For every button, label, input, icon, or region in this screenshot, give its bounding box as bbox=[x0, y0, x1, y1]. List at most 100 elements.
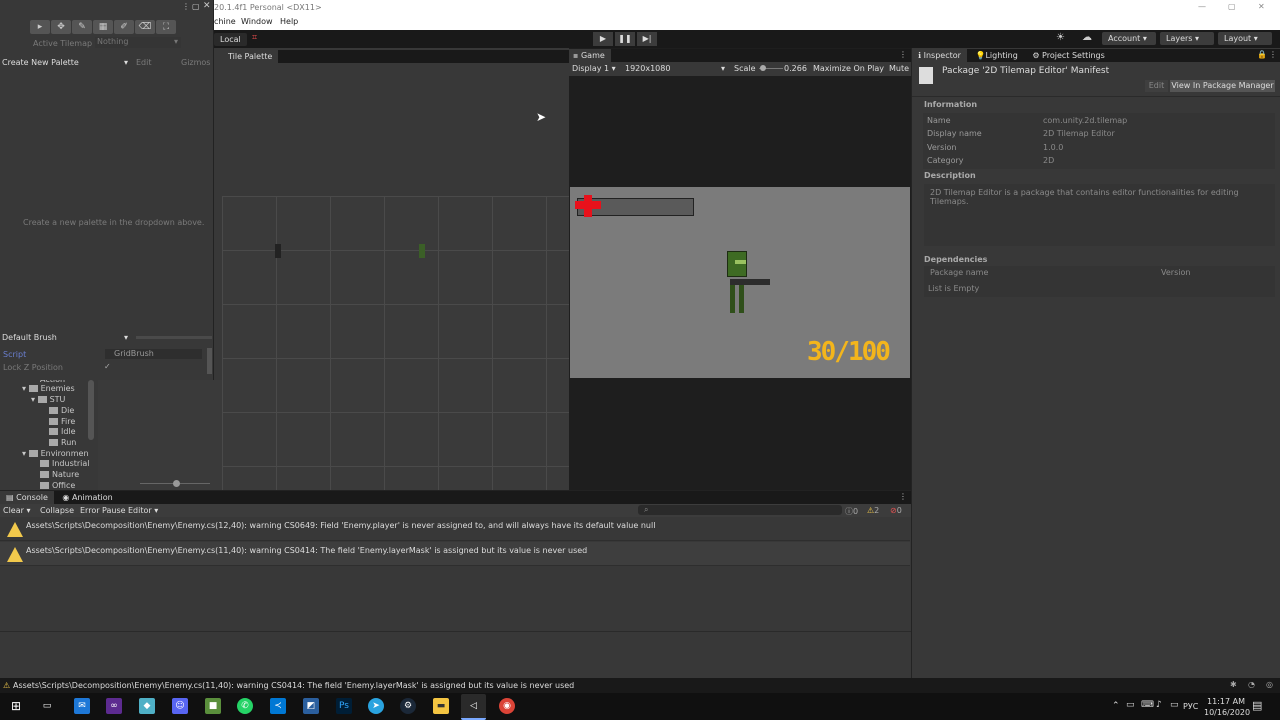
game-menu-icon[interactable]: ⋮ bbox=[899, 50, 907, 59]
bug-icon[interactable]: ✱ bbox=[1230, 680, 1237, 689]
menu-help[interactable]: Help bbox=[280, 17, 298, 26]
pause-button[interactable]: ❚❚ bbox=[615, 32, 635, 46]
file-explorer-icon[interactable]: ▬ bbox=[433, 698, 449, 714]
editor-dropdown[interactable]: Editor ▾ bbox=[128, 506, 158, 515]
overlay-maximize-icon[interactable]: ▢ bbox=[192, 2, 200, 11]
battery-icon[interactable]: ▭ bbox=[1170, 700, 1179, 710]
brush-divider[interactable] bbox=[136, 336, 212, 339]
layers-dropdown[interactable]: Layers ▾ bbox=[1160, 32, 1214, 45]
maximize-on-play-button[interactable]: Maximize On Play bbox=[813, 64, 884, 73]
tree-item-idle[interactable]: Idle bbox=[49, 427, 76, 436]
console-entry[interactable]: Assets\Scripts\Decomposition\Enemy\Enemy… bbox=[0, 542, 910, 566]
mail-icon[interactable]: ✉ bbox=[74, 698, 90, 714]
gizmos-button[interactable]: Gizmos bbox=[181, 58, 210, 67]
box-fill-tool-icon[interactable]: ▦ bbox=[93, 20, 113, 34]
picker-tool-icon[interactable]: ✐ bbox=[114, 20, 134, 34]
palette-dropdown[interactable]: Create New Palette ▾ bbox=[2, 58, 132, 67]
tree-item-fire[interactable]: Fire bbox=[49, 417, 75, 426]
clear-button[interactable]: Clear ▾ bbox=[3, 506, 30, 515]
tree-item-nature[interactable]: Nature bbox=[40, 470, 79, 479]
visual-studio-icon[interactable]: ∞ bbox=[106, 698, 122, 714]
tab-console[interactable]: ▤ Console bbox=[0, 491, 54, 504]
close-window-button[interactable]: ✕ bbox=[1258, 2, 1265, 11]
edit-button[interactable]: Edit bbox=[1145, 80, 1168, 92]
collab-icon[interactable]: ☀ bbox=[1056, 32, 1065, 43]
warn-count[interactable]: ⚠2 bbox=[867, 506, 879, 515]
info-count[interactable]: ⓘ0 bbox=[845, 506, 858, 517]
brush-tool-icon[interactable]: ✎ bbox=[72, 20, 92, 34]
minecraft-icon[interactable]: ■ bbox=[205, 698, 221, 714]
game-viewport[interactable]: 30/100 bbox=[570, 187, 910, 378]
app-icon[interactable]: ◩ bbox=[303, 698, 319, 714]
tree-item-environment[interactable]: ▾ Environmen bbox=[22, 449, 89, 458]
error-count[interactable]: ⊘0 bbox=[890, 506, 902, 515]
tree-item-run[interactable]: Run bbox=[49, 438, 76, 447]
step-button[interactable]: ▶| bbox=[637, 32, 657, 46]
tab-game[interactable]: ▪ Game bbox=[569, 49, 611, 62]
tree-item-office[interactable]: Office bbox=[40, 481, 75, 490]
play-button[interactable]: ▶ bbox=[593, 32, 613, 46]
photoshop-icon[interactable]: Ps bbox=[336, 698, 352, 714]
console-search-input[interactable]: ⌕ bbox=[638, 505, 842, 515]
mute-button[interactable]: Mute bbox=[889, 64, 909, 73]
menu-window[interactable]: Window bbox=[241, 17, 273, 26]
tab-tile-palette[interactable]: Tile Palette bbox=[222, 50, 279, 63]
view-in-package-manager-button[interactable]: View In Package Manager bbox=[1170, 80, 1275, 92]
lock-icon[interactable]: 🔒 bbox=[1257, 50, 1267, 59]
maximize-button[interactable]: ▢ bbox=[1228, 2, 1236, 11]
tree-scrollbar[interactable] bbox=[88, 380, 94, 440]
console-splitter[interactable] bbox=[0, 631, 911, 632]
vscode-icon[interactable]: ≺ bbox=[270, 698, 286, 714]
scale-slider-handle[interactable] bbox=[760, 65, 766, 71]
brush-dropdown[interactable]: Default Brush ▾ bbox=[2, 333, 132, 342]
overlay-menu-icon[interactable]: ⋮ bbox=[182, 2, 190, 11]
telegram-icon[interactable]: ➤ bbox=[368, 698, 384, 714]
overlay-close-icon[interactable]: ✕ bbox=[203, 1, 211, 11]
windows-start-icon[interactable]: ⊞ bbox=[8, 698, 24, 714]
lock-z-checkbox[interactable]: ✓ bbox=[104, 362, 111, 371]
layout-dropdown[interactable]: Layout ▾ bbox=[1218, 32, 1272, 45]
chrome-icon[interactable]: ◉ bbox=[499, 698, 515, 714]
tab-project-settings[interactable]: ⚙ Project Settings bbox=[1026, 49, 1110, 62]
tile-palette-grid[interactable] bbox=[222, 196, 569, 490]
language-indicator[interactable]: РУС bbox=[1183, 702, 1198, 711]
account-dropdown[interactable]: Account ▾ bbox=[1102, 32, 1156, 45]
tree-item-enemies[interactable]: ▾ Enemies bbox=[22, 384, 75, 393]
steam-icon[interactable]: ⚙ bbox=[400, 698, 416, 714]
tray-keyboard-icon[interactable]: ⌨ bbox=[1141, 700, 1154, 710]
error-pause-button[interactable]: Error Pause bbox=[80, 506, 126, 515]
tab-inspector[interactable]: ℹ Inspector bbox=[912, 49, 967, 62]
eraser-tool-icon[interactable]: ⌫ bbox=[135, 20, 155, 34]
task-view-icon[interactable]: ▭ bbox=[39, 698, 55, 714]
cloud-icon[interactable]: ☁ bbox=[1082, 32, 1092, 43]
status-message[interactable]: Assets\Scripts\Decomposition\Enemy\Enemy… bbox=[13, 681, 574, 690]
tab-lighting[interactable]: 💡Lighting bbox=[969, 49, 1023, 62]
tab-animation[interactable]: ◉ Animation bbox=[56, 491, 118, 504]
edit-palette-button[interactable]: Edit bbox=[136, 58, 152, 67]
zoom-slider-handle[interactable] bbox=[173, 480, 180, 487]
tray-network-icon[interactable]: ▭ bbox=[1126, 700, 1135, 710]
spinner-icon[interactable]: ◎ bbox=[1266, 680, 1273, 689]
unity-icon[interactable]: ◁ bbox=[461, 694, 486, 720]
script-field[interactable]: GridBrush bbox=[105, 349, 202, 359]
discord-icon[interactable]: ☺ bbox=[172, 698, 188, 714]
notification-icon[interactable]: ▤ bbox=[1252, 699, 1262, 712]
app-icon[interactable]: ◆ bbox=[139, 698, 155, 714]
resolution-dropdown[interactable]: 1920x1080 ▾ bbox=[625, 64, 729, 73]
clock-time[interactable]: 11:17 AM bbox=[1207, 697, 1245, 706]
grid-snap-icon[interactable]: ⌗ bbox=[252, 33, 257, 43]
pivot-local-button[interactable]: Local bbox=[214, 33, 247, 46]
menu-machine[interactable]: chine bbox=[214, 17, 236, 26]
display-dropdown[interactable]: Display 1 ▾ bbox=[572, 64, 616, 73]
inspector-menu-icon[interactable]: ⋮ bbox=[1269, 50, 1277, 59]
select-tool-icon[interactable]: ▸ bbox=[30, 20, 50, 34]
active-tilemap-dropdown[interactable]: Nothing ▾ bbox=[95, 37, 181, 48]
volume-icon[interactable]: ♪ bbox=[1156, 700, 1162, 710]
console-entry[interactable]: Assets\Scripts\Decomposition\Enemy\Enemy… bbox=[0, 517, 910, 541]
tree-item-industrial[interactable]: Industrial bbox=[40, 459, 90, 468]
whatsapp-icon[interactable]: ✆ bbox=[237, 698, 253, 714]
move-tool-icon[interactable]: ✥ bbox=[51, 20, 71, 34]
progress-icon[interactable]: ◔ bbox=[1248, 680, 1255, 689]
fill-tool-icon[interactable]: ⛶ bbox=[156, 20, 176, 34]
tree-item-die[interactable]: Die bbox=[49, 406, 74, 415]
